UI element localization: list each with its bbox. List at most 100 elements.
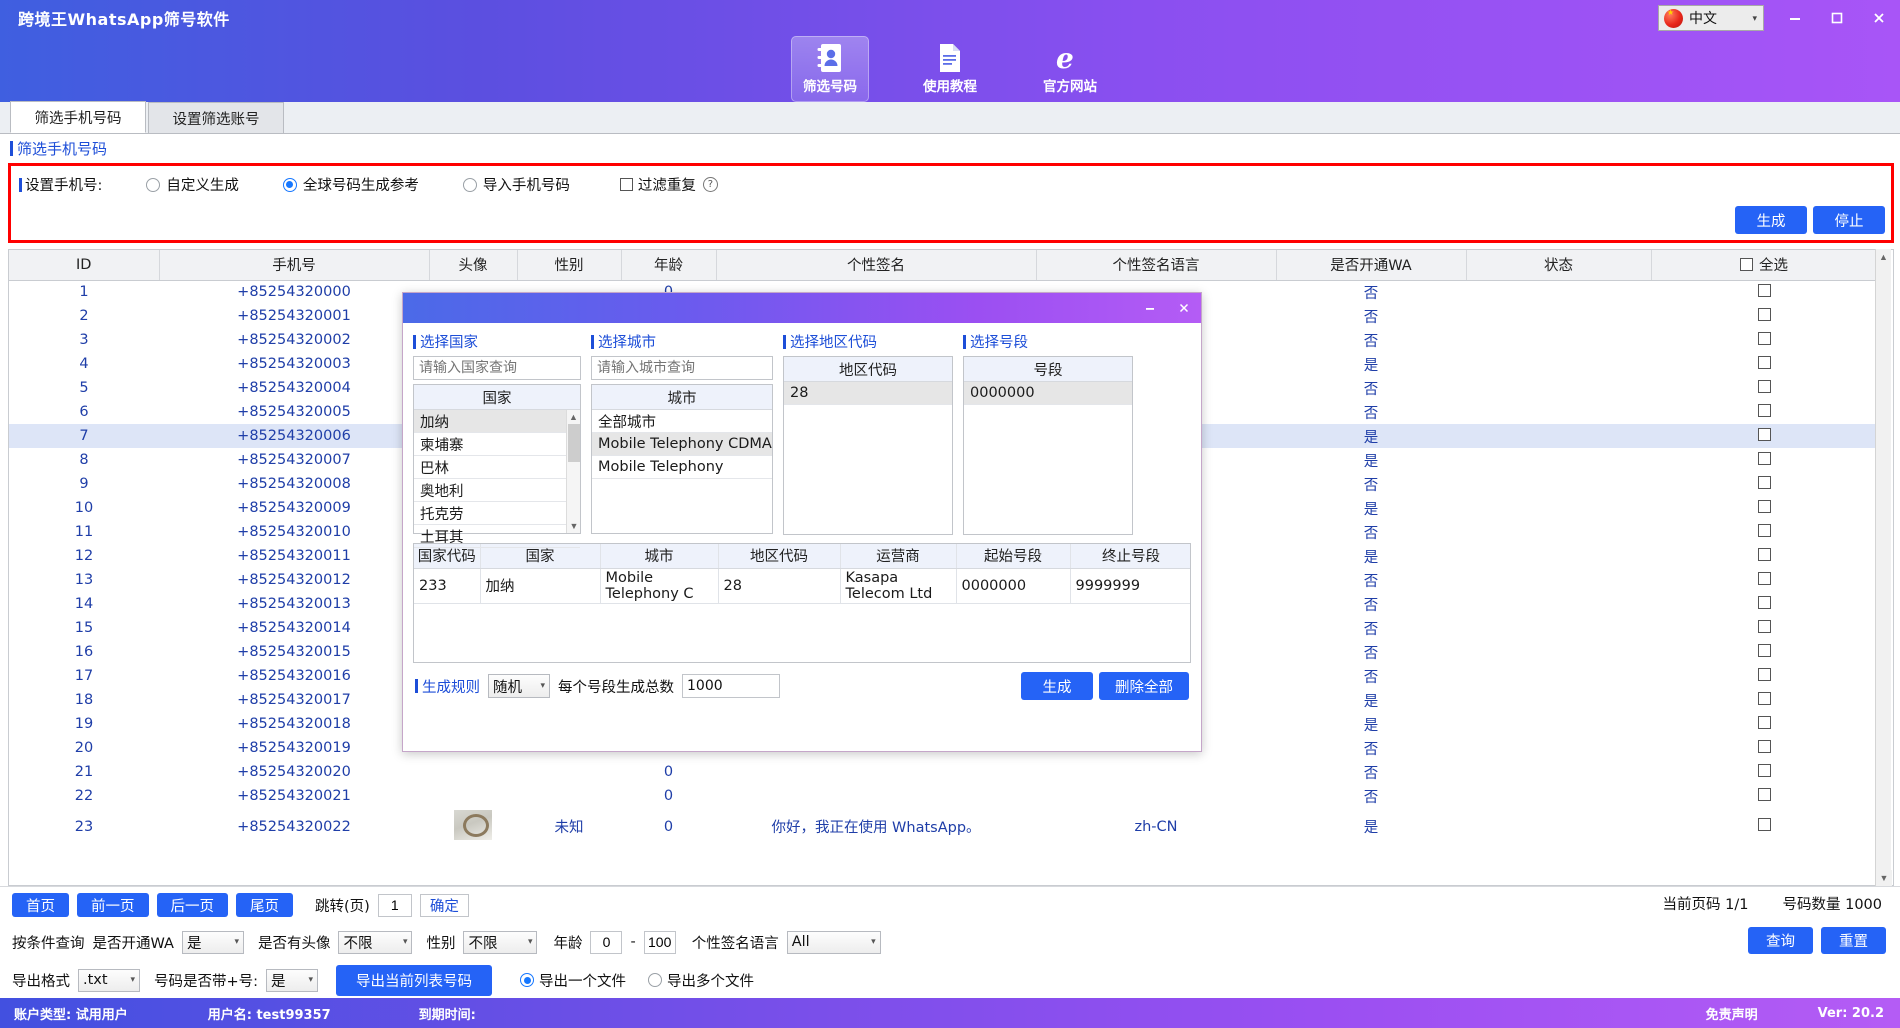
col-avatar[interactable]: 头像: [429, 250, 517, 280]
country-list-item[interactable]: 巴林: [414, 456, 580, 479]
table-row[interactable]: 22+852543200210否: [9, 784, 1877, 808]
scroll-thumb[interactable]: [568, 424, 580, 462]
row-checkbox-cell[interactable]: [1651, 760, 1877, 784]
radio-export-single-file[interactable]: 导出一个文件: [520, 970, 626, 991]
row-checkbox-icon[interactable]: [1758, 788, 1771, 801]
country-list-item[interactable]: 托克劳: [414, 502, 580, 525]
plus-sign-select[interactable]: 是 ▾: [266, 969, 318, 992]
row-checkbox-icon[interactable]: [1758, 380, 1771, 393]
export-format-select[interactable]: .txt ▾: [78, 969, 140, 992]
row-checkbox-cell[interactable]: [1651, 280, 1877, 304]
row-checkbox-icon[interactable]: [1758, 452, 1771, 465]
row-checkbox-icon[interactable]: [1758, 332, 1771, 345]
city-listbox[interactable]: 城市 全部城市 Mobile Telephony CDMA Mobile Tel…: [591, 384, 773, 534]
table-row[interactable]: 21+852543200200否: [9, 760, 1877, 784]
row-checkbox-cell[interactable]: [1651, 472, 1877, 496]
age-min-input[interactable]: [590, 931, 622, 954]
row-checkbox-icon[interactable]: [1758, 476, 1771, 489]
jump-confirm-button[interactable]: 确定: [420, 894, 469, 917]
generate-button[interactable]: 生成: [1735, 206, 1807, 234]
row-checkbox-cell[interactable]: [1651, 496, 1877, 520]
reset-button[interactable]: 重置: [1821, 927, 1886, 954]
row-checkbox-cell[interactable]: [1651, 424, 1877, 448]
segment-list-item[interactable]: 0000000: [964, 382, 1132, 405]
row-checkbox-cell[interactable]: [1651, 328, 1877, 352]
areacode-list-item[interactable]: 28: [784, 382, 952, 405]
avatar-filter-select[interactable]: 不限 ▾: [338, 931, 412, 954]
row-checkbox-cell[interactable]: [1651, 640, 1877, 664]
row-checkbox-icon[interactable]: [1758, 692, 1771, 705]
col-id[interactable]: ID: [9, 250, 159, 280]
row-checkbox-icon[interactable]: [1758, 572, 1771, 585]
radio-custom-generate[interactable]: 自定义生成: [146, 174, 239, 195]
row-checkbox-cell[interactable]: [1651, 400, 1877, 424]
wa-filter-select[interactable]: 是 ▾: [182, 931, 244, 954]
country-list-item[interactable]: 奥地利: [414, 479, 580, 502]
areacode-listbox[interactable]: 地区代码 28: [783, 356, 953, 535]
country-list-item[interactable]: 土耳其: [414, 525, 580, 548]
dialog-generate-button[interactable]: 生成: [1021, 672, 1093, 700]
table-row[interactable]: 23+85254320022未知0你好，我正在使用 WhatsApp。zh-CN…: [9, 808, 1877, 845]
col-select-all[interactable]: 全选: [1651, 250, 1877, 280]
scroll-down-icon[interactable]: ▼: [1876, 870, 1892, 886]
row-checkbox-icon[interactable]: [1758, 668, 1771, 681]
generation-rule-select[interactable]: 随机 ▾: [488, 674, 550, 698]
row-checkbox-icon[interactable]: [1758, 548, 1771, 561]
row-checkbox-icon[interactable]: [1758, 620, 1771, 633]
row-checkbox-cell[interactable]: [1651, 808, 1877, 845]
scroll-down-icon[interactable]: ▼: [567, 519, 581, 533]
row-checkbox-cell[interactable]: [1651, 304, 1877, 328]
next-page-button[interactable]: 后一页: [157, 893, 229, 917]
row-checkbox-icon[interactable]: [1758, 596, 1771, 609]
nav-item-official-site[interactable]: e 官方网站: [1031, 36, 1109, 102]
city-search-input[interactable]: [591, 356, 773, 380]
row-checkbox-cell[interactable]: [1651, 544, 1877, 568]
count-per-segment-input[interactable]: [682, 674, 780, 698]
row-checkbox-icon[interactable]: [1758, 404, 1771, 417]
last-page-button[interactable]: 尾页: [236, 893, 293, 917]
dialog-delete-all-button[interactable]: 删除全部: [1099, 672, 1189, 700]
prev-page-button[interactable]: 前一页: [77, 893, 149, 917]
row-checkbox-cell[interactable]: [1651, 712, 1877, 736]
age-max-input[interactable]: [644, 931, 676, 954]
radio-global-reference[interactable]: 全球号码生成参考: [283, 174, 419, 195]
help-icon[interactable]: ?: [703, 177, 718, 192]
tab-filter-phone-numbers[interactable]: 筛选手机号码: [10, 101, 146, 133]
disclaimer-link[interactable]: 免责声明: [1706, 1004, 1758, 1023]
row-checkbox-cell[interactable]: [1651, 568, 1877, 592]
row-checkbox-cell[interactable]: [1651, 448, 1877, 472]
col-status[interactable]: 状态: [1466, 250, 1651, 280]
scroll-up-icon[interactable]: ▲: [1876, 249, 1891, 265]
row-checkbox-icon[interactable]: [1758, 524, 1771, 537]
col-gender[interactable]: 性别: [517, 250, 621, 280]
row-checkbox-icon[interactable]: [1758, 284, 1771, 297]
close-button[interactable]: [1858, 0, 1900, 36]
radio-import-numbers[interactable]: 导入手机号码: [463, 174, 570, 195]
row-checkbox-icon[interactable]: [1758, 356, 1771, 369]
row-checkbox-icon[interactable]: [1758, 428, 1771, 441]
col-age[interactable]: 年龄: [621, 250, 716, 280]
city-list-item[interactable]: Mobile Telephony: [592, 456, 772, 479]
country-list-scrollbar[interactable]: ▲ ▼: [566, 410, 580, 533]
row-checkbox-icon[interactable]: [1758, 308, 1771, 321]
city-list-item[interactable]: Mobile Telephony CDMA: [592, 433, 772, 456]
col-signature-language[interactable]: 个性签名语言: [1036, 250, 1276, 280]
segment-listbox[interactable]: 号段 0000000: [963, 356, 1133, 535]
col-has-whatsapp[interactable]: 是否开通WA: [1276, 250, 1466, 280]
query-button[interactable]: 查询: [1748, 927, 1813, 954]
country-search-input[interactable]: [413, 356, 581, 380]
radio-export-multiple-files[interactable]: 导出多个文件: [648, 970, 754, 991]
row-checkbox-cell[interactable]: [1651, 592, 1877, 616]
row-checkbox-cell[interactable]: [1651, 376, 1877, 400]
country-list-item[interactable]: 加纳: [414, 410, 580, 433]
minimize-button[interactable]: [1774, 0, 1816, 36]
language-selector[interactable]: 中文 ▾: [1658, 5, 1764, 31]
select-all-checkbox-icon[interactable]: [1740, 258, 1753, 271]
jump-page-input[interactable]: [378, 894, 412, 917]
city-list-item[interactable]: 全部城市: [592, 410, 772, 433]
row-checkbox-cell[interactable]: [1651, 784, 1877, 808]
row-checkbox-icon[interactable]: [1758, 644, 1771, 657]
nav-item-filter-numbers[interactable]: 筛选号码: [791, 36, 869, 102]
stop-button[interactable]: 停止: [1813, 206, 1885, 234]
country-listbox[interactable]: 国家 加纳 柬埔寨 巴林 奥地利 托克劳 土耳其 ▲ ▼: [413, 384, 581, 534]
